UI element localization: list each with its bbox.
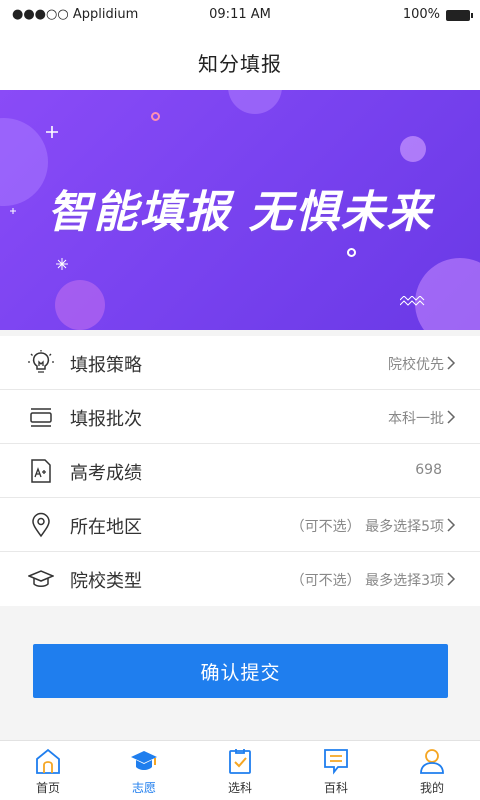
chat-doc-icon: [324, 749, 348, 775]
score-icon: [31, 459, 51, 483]
row-label: 填报批次: [70, 409, 142, 430]
chevron-right-icon: [447, 572, 456, 586]
decor-ring: [151, 112, 160, 121]
tab-bar: 首页 志愿 选科 百科 我的: [0, 740, 480, 800]
decor-ring: [347, 248, 356, 257]
lightbulb-icon: [28, 350, 54, 373]
tab-label: 我的: [419, 781, 444, 795]
row-region[interactable]: 所在地区 （可不选） 最多选择5项: [0, 498, 480, 552]
chevron-right-icon: [447, 410, 456, 424]
wave-icon: [400, 296, 425, 306]
decor-circle: [415, 258, 480, 330]
row-value: （可不选） 最多选择5项: [290, 519, 444, 535]
location-icon: [32, 512, 50, 538]
tab-volunteer[interactable]: 志愿: [96, 741, 192, 800]
settings-list: 填报策略 院校优先 填报批次 本科一批 高考成绩 698 所在地区 （可不选）: [0, 336, 480, 606]
sparkle-icon: [46, 126, 58, 138]
tab-profile[interactable]: 我的: [384, 741, 480, 800]
row-value: 698: [415, 462, 442, 478]
submit-button[interactable]: 确认提交: [33, 644, 448, 698]
row-value: 本科一批: [388, 411, 444, 427]
graduation-cap-icon: [131, 751, 157, 770]
tab-label: 百科: [323, 781, 348, 795]
row-label: 所在地区: [70, 517, 142, 538]
battery-icon: [446, 10, 473, 21]
home-icon: [36, 748, 60, 774]
row-score[interactable]: 高考成绩 698: [0, 444, 480, 498]
tab-label: 选科: [227, 781, 252, 795]
tab-subjects[interactable]: 选科: [192, 741, 288, 800]
row-batch[interactable]: 填报批次 本科一批: [0, 390, 480, 444]
decor-circle: [55, 280, 105, 330]
status-bar: ●●●○○ Applidium 09:11 AM 100%: [0, 0, 480, 30]
row-value: 院校优先: [388, 357, 444, 373]
page-title: 知分填报: [198, 52, 282, 76]
decor-circle: [228, 90, 282, 114]
sparkle-icon: [56, 258, 68, 270]
row-school-type[interactable]: 院校类型 （可不选） 最多选择3项: [0, 552, 480, 606]
chevron-right-icon: [447, 518, 456, 532]
banner-slogan: 智能填报 无惧未来: [47, 187, 433, 238]
chevron-right-icon: [447, 356, 456, 370]
user-icon: [420, 749, 444, 774]
battery-percentage: 100%: [402, 7, 440, 22]
row-label: 院校类型: [70, 571, 142, 592]
promo-banner[interactable]: 智能填报 无惧未来: [0, 90, 480, 330]
row-strategy[interactable]: 填报策略 院校优先: [0, 336, 480, 390]
checklist-icon: [229, 749, 251, 774]
batch-icon: [30, 408, 52, 427]
nav-header: 知分填报: [0, 30, 480, 90]
tab-label: 首页: [35, 781, 60, 795]
graduation-cap-icon: [28, 570, 54, 587]
tab-label: 志愿: [131, 781, 156, 795]
decor-circle: [400, 136, 426, 162]
row-label: 填报策略: [70, 355, 142, 376]
row-value: （可不选） 最多选择3项: [290, 573, 444, 589]
tab-encyclopedia[interactable]: 百科: [288, 741, 384, 800]
tab-home[interactable]: 首页: [0, 741, 96, 800]
row-label: 高考成绩: [70, 463, 142, 484]
